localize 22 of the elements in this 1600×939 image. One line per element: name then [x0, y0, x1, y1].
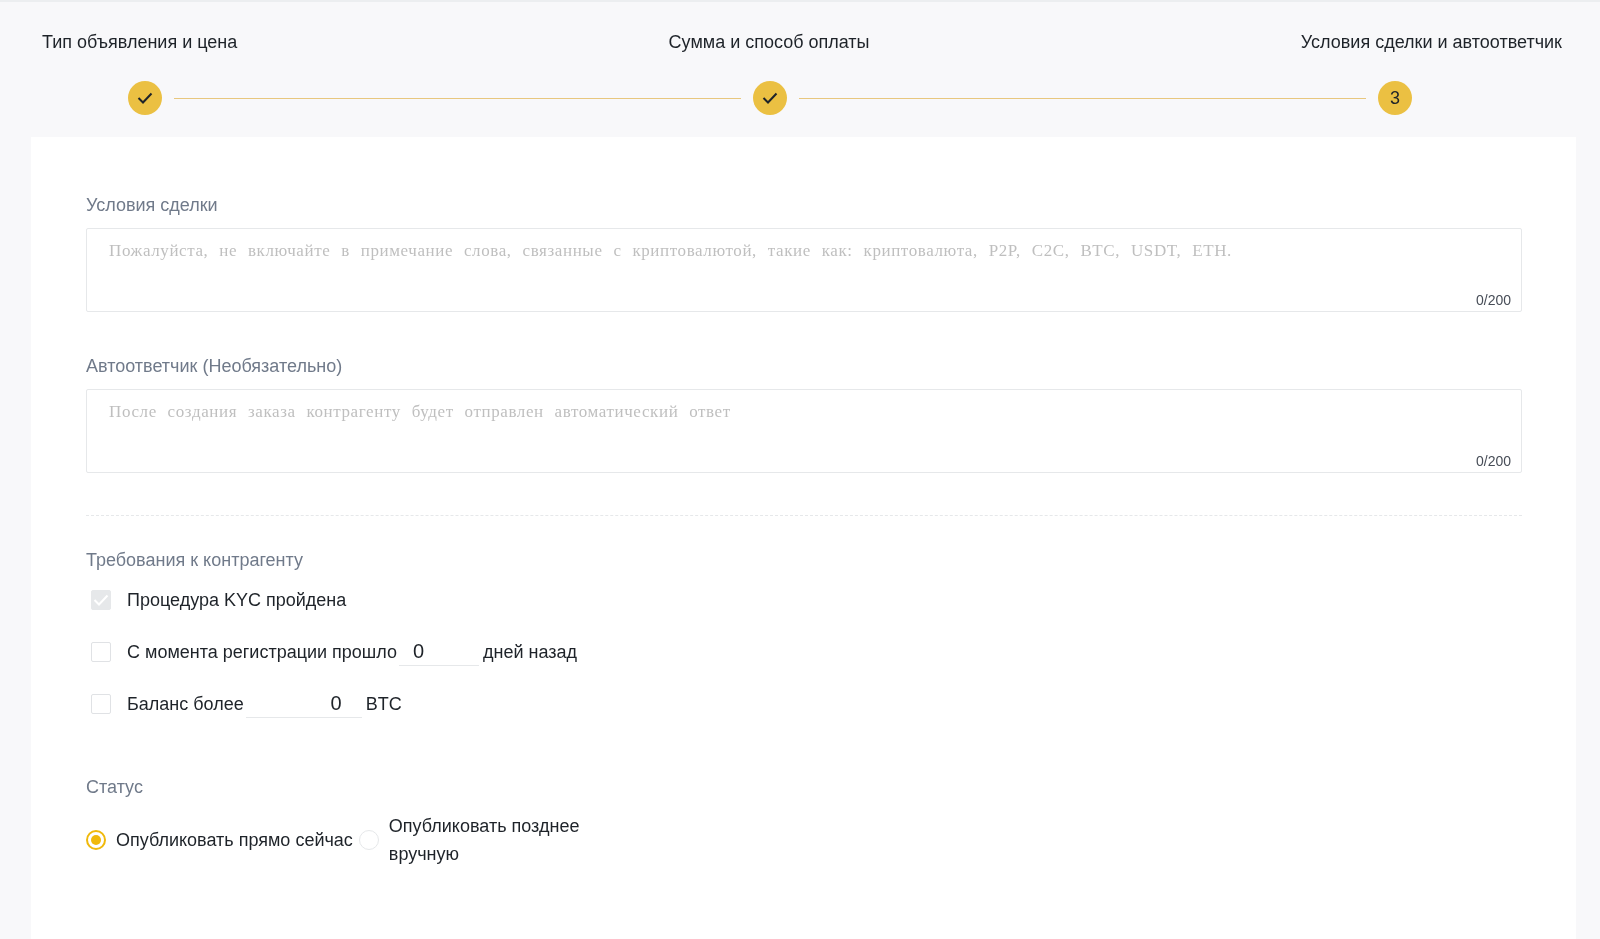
- character-counter: 0/200: [1475, 292, 1511, 308]
- radio-label: Опубликовать прямо сейчас: [116, 829, 353, 852]
- field-label: Автоответчик (Необязательно): [86, 356, 343, 377]
- field-label: Условия сделки: [86, 195, 218, 216]
- checkbox-label: Процедура KYC пройдена: [127, 589, 347, 611]
- checkbox-label: С момента регистрации прошло: [127, 641, 398, 663]
- unit-label: BTC: [365, 693, 402, 715]
- step-label: Сумма и способ оплаты: [668, 32, 870, 53]
- radio-button[interactable]: [86, 830, 106, 850]
- character-counter: 0/200: [1475, 453, 1511, 469]
- step-label: Тип объявления и цена: [42, 32, 238, 53]
- checkbox[interactable]: [91, 694, 111, 714]
- step-number: 3: [1378, 81, 1412, 115]
- checkbox[interactable]: [91, 642, 111, 662]
- step-complete-icon: [128, 81, 162, 115]
- section-title: Требования к контрагенту: [86, 550, 303, 571]
- unit-label: дней назад: [483, 641, 578, 663]
- section-title: Статус: [86, 777, 143, 798]
- step-complete-icon: [753, 81, 787, 115]
- radio-label: Опубликовать позднее вручную: [388, 815, 581, 866]
- checkbox-label: Баланс более: [127, 693, 244, 715]
- step-label: Условия сделки и автоответчик: [1300, 32, 1562, 53]
